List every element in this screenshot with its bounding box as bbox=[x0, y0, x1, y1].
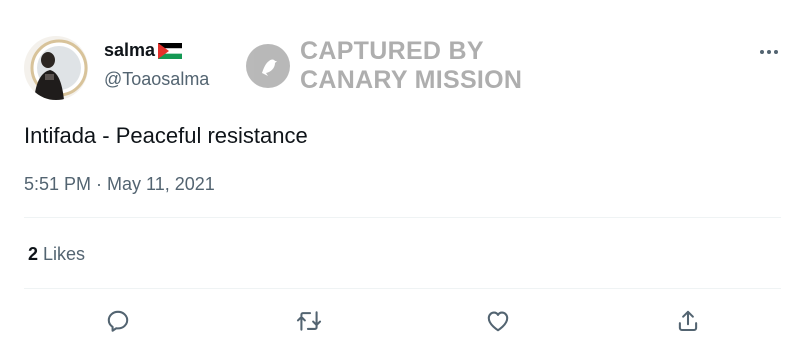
heart-icon bbox=[487, 311, 509, 332]
retweet-icon bbox=[296, 311, 322, 331]
retweet-button[interactable] bbox=[292, 304, 326, 338]
avatar[interactable] bbox=[24, 36, 88, 100]
more-options-button[interactable] bbox=[757, 42, 781, 62]
reply-icon bbox=[107, 310, 129, 332]
tweet-card: salma @Toaosalma CAPTURED BY CANARY MISS… bbox=[0, 0, 800, 354]
palestine-flag-icon bbox=[158, 42, 183, 59]
likes-link[interactable]: 2 Likes bbox=[28, 244, 85, 265]
user-name-row: salma bbox=[104, 40, 183, 61]
watermark-line-1: CAPTURED BY bbox=[300, 37, 484, 65]
like-button[interactable] bbox=[481, 304, 515, 338]
more-dot-icon bbox=[767, 50, 771, 54]
divider bbox=[24, 217, 781, 218]
tweet-timestamp[interactable]: 5:51 PM · May 11, 2021 bbox=[24, 174, 215, 195]
tweet-text: Intifada - Peaceful resistance bbox=[24, 123, 308, 148]
canary-mission-watermark: CAPTURED BY CANARY MISSION bbox=[246, 37, 522, 95]
likes-label: Likes bbox=[43, 244, 86, 264]
canary-bird-icon bbox=[246, 44, 290, 88]
user-handle[interactable]: @Toaosalma bbox=[104, 69, 209, 90]
share-button[interactable] bbox=[671, 304, 705, 338]
more-dot-icon bbox=[774, 50, 778, 54]
display-name[interactable]: salma bbox=[104, 40, 155, 61]
divider bbox=[24, 288, 781, 289]
more-dot-icon bbox=[760, 50, 764, 54]
watermark-text: CAPTURED BY CANARY MISSION bbox=[300, 37, 522, 95]
likes-count: 2 bbox=[28, 244, 39, 264]
share-icon bbox=[678, 310, 698, 332]
watermark-line-2: CANARY MISSION bbox=[300, 66, 523, 94]
reply-button[interactable] bbox=[101, 304, 135, 338]
